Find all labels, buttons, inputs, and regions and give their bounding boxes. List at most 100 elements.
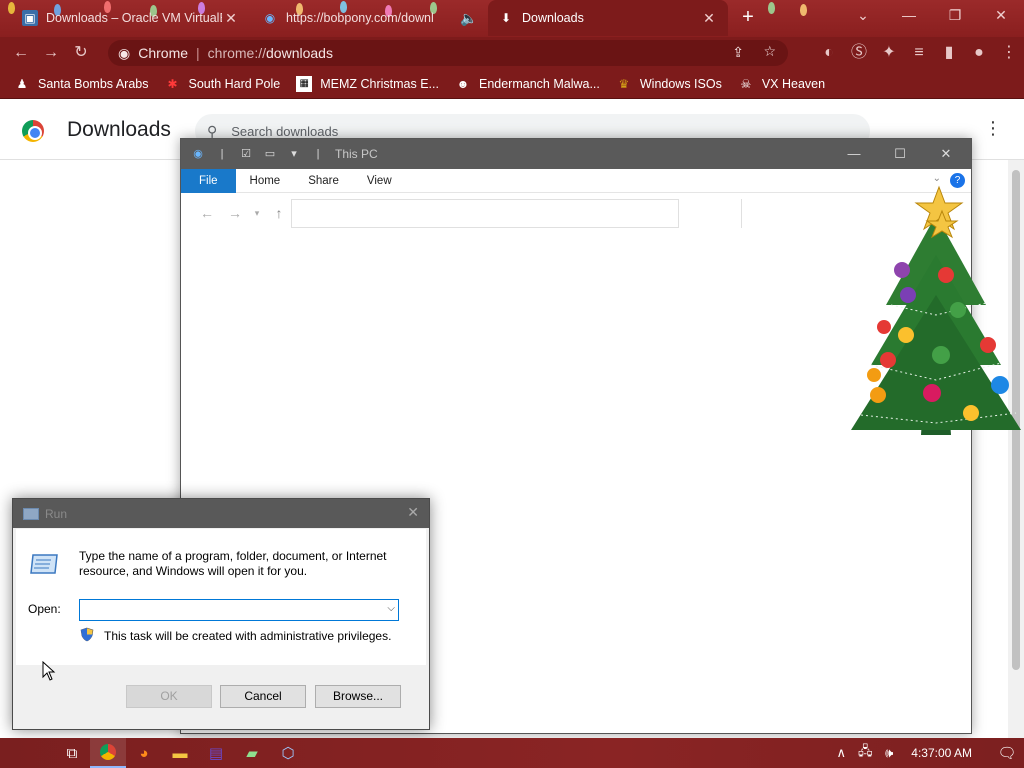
bookmark-item[interactable]: ✱ South Hard Pole	[164, 76, 280, 92]
chrome-icon[interactable]	[90, 738, 126, 768]
bookmark-label: Windows ISOs	[639, 76, 722, 91]
close-tab-icon[interactable]: ✕	[222, 10, 240, 27]
bookmark-item[interactable]: ▦ MEMZ Christmas E...	[296, 75, 439, 92]
chrome-site-icon: ◉	[118, 44, 131, 61]
close-window-button[interactable]: ✕	[978, 0, 1024, 32]
taskbar: ⧉ ◕ ▬ ▤ ▰ ⬡ ∧ 🖧 🕪 4:37:00 AM 🗨	[0, 738, 1024, 768]
tab-title: Downloads – Oracle VM VirtualB	[46, 11, 222, 25]
recent-locations-icon[interactable]: ▾	[249, 208, 265, 219]
flag-extension-icon[interactable]: ◐	[814, 39, 844, 67]
bookmark-star-icon[interactable]: ☆	[763, 43, 776, 60]
close-tab-icon[interactable]: ✕	[700, 10, 718, 27]
new-folder-icon[interactable]: ▭	[263, 147, 277, 161]
quick-access-divider: |	[316, 148, 320, 160]
tab-search-icon[interactable]: ⌄	[840, 0, 886, 32]
properties-icon[interactable]: ☑	[239, 147, 253, 161]
chrome-menu-icon[interactable]: ⋮	[994, 39, 1024, 67]
explorer-maximize-button[interactable]: ☐	[877, 139, 923, 169]
expand-ribbon-icon[interactable]: ⌄	[933, 173, 941, 184]
explorer-address-bar[interactable]	[291, 199, 679, 228]
tab-share[interactable]: Share	[294, 169, 353, 193]
s-extension-icon[interactable]: Ⓢ	[844, 39, 874, 67]
notifications-icon[interactable]: 🗨	[990, 744, 1024, 762]
bomb-icon: ♟	[16, 76, 28, 91]
winrar-icon[interactable]: ▤	[198, 738, 234, 768]
extensions-puzzle-icon[interactable]: ✦	[874, 39, 904, 67]
browser-toolbar: ← → ↻ ◉ Chrome | chrome:// downloads ⇪ ☆…	[0, 37, 1024, 69]
christmas-tree-icon	[851, 185, 1021, 435]
bookmarks-bar: ♟ Santa Bombs Arabs ✱ South Hard Pole ▦ …	[0, 69, 1024, 99]
share-icon[interactable]: ⇪	[732, 44, 744, 61]
bookmark-item[interactable]: ☠ VX Heaven	[738, 76, 825, 92]
tab-virtualbox[interactable]: ▣ Downloads – Oracle VM VirtualB ✕	[12, 0, 250, 36]
bookmark-label: Endermanch Malwa...	[478, 76, 600, 91]
volume-icon[interactable]: 🕪	[877, 745, 901, 761]
this-pc-icon: ◉	[193, 148, 203, 160]
explorer-minimize-button[interactable]: —	[831, 139, 877, 169]
admin-privileges-note: This task will be created with administr…	[104, 629, 392, 643]
firefox-icon[interactable]: ◕	[126, 738, 162, 768]
chrome-logo-icon	[22, 120, 44, 142]
clock[interactable]: 4:37:00 AM	[911, 746, 972, 760]
page-title: Downloads	[67, 118, 171, 141]
run-description: Type the name of a program, folder, docu…	[79, 549, 387, 578]
chevron-down-icon[interactable]: ⌵	[387, 603, 395, 614]
forward-icon[interactable]: →	[221, 205, 249, 221]
ok-button[interactable]: OK	[126, 685, 212, 708]
back-icon[interactable]: ←	[6, 39, 36, 67]
cancel-button[interactable]: Cancel	[220, 685, 306, 708]
explorer-search-box[interactable]	[741, 199, 742, 228]
search-icon: ⚲	[207, 122, 218, 139]
open-combobox[interactable]: ⌵	[79, 599, 399, 621]
quick-access-dropdown-icon[interactable]: ▾	[287, 147, 301, 161]
more-options-icon[interactable]: ⋮	[984, 118, 1002, 139]
forward-icon[interactable]: →	[36, 39, 66, 67]
tab-downloads[interactable]: ⬇ Downloads ✕	[488, 0, 728, 36]
browse-button[interactable]: Browse...	[315, 685, 401, 708]
bookmark-item[interactable]: ☻ Endermanch Malwa...	[455, 76, 600, 92]
bookmark-label: VX Heaven	[761, 76, 826, 91]
memz-icon: ▦	[296, 75, 313, 92]
media-control-icon[interactable]: ≡	[904, 39, 934, 67]
close-icon[interactable]: ✕	[407, 504, 419, 521]
trophy-icon: ♛	[618, 76, 630, 91]
tab-strip: ▣ Downloads – Oracle VM VirtualB ✕ ◉ htt…	[0, 0, 1024, 37]
open-label: Open:	[28, 602, 61, 616]
tab-file[interactable]: File	[181, 168, 236, 193]
url-scheme: chrome://	[207, 45, 267, 61]
run-program-icon	[30, 554, 58, 574]
run-titlebar[interactable]: Run ✕	[13, 499, 429, 528]
new-tab-button[interactable]: +	[737, 6, 759, 28]
task-view-icon[interactable]: ⧉	[54, 738, 90, 768]
file-explorer-icon[interactable]: ▬	[162, 738, 198, 768]
side-panel-icon[interactable]: ▮	[934, 39, 964, 67]
profile-avatar-icon[interactable]: ●	[964, 39, 994, 67]
chevron-up-icon[interactable]: ∧	[829, 745, 853, 761]
back-icon[interactable]: ←	[193, 205, 221, 221]
minimize-button[interactable]: —	[886, 0, 932, 32]
reload-icon[interactable]: ↻	[66, 39, 96, 67]
site-label: Chrome	[138, 45, 189, 61]
restore-button[interactable]: ❐	[932, 0, 978, 32]
globe-icon: ◉	[264, 11, 276, 25]
speaker-icon[interactable]: 🔈	[460, 10, 478, 27]
explorer-titlebar[interactable]: ◉ | ☑ ▭ ▾ | This PC — ☐ ✕	[181, 139, 971, 169]
bookmark-item[interactable]: ♟ Santa Bombs Arabs	[14, 76, 149, 92]
bookmark-label: South Hard Pole	[188, 76, 281, 91]
address-bar[interactable]: ◉ Chrome | chrome:// downloads ⇪ ☆	[108, 40, 788, 66]
virtualbox-icon[interactable]: ⬡	[270, 738, 306, 768]
up-icon[interactable]: ↑	[265, 205, 293, 221]
explorer-close-button[interactable]: ✕	[923, 139, 969, 169]
bookmark-item[interactable]: ♛ Windows ISOs	[616, 76, 722, 92]
christmas-light-decoration	[768, 2, 775, 14]
virus-icon: ✱	[167, 76, 178, 91]
virtualbox-icon: ▣	[22, 10, 38, 26]
notepadpp-icon[interactable]: ▰	[234, 738, 270, 768]
run-content: Type the name of a program, folder, docu…	[16, 529, 426, 665]
tab-view[interactable]: View	[353, 169, 406, 193]
tab-home[interactable]: Home	[236, 169, 295, 193]
url-path: downloads	[266, 45, 333, 61]
network-icon[interactable]: 🖧	[853, 742, 877, 764]
vx-icon: ☠	[740, 76, 752, 91]
tab-bobpony[interactable]: ◉ https://bobpony.com/downl 🔈	[252, 0, 488, 36]
